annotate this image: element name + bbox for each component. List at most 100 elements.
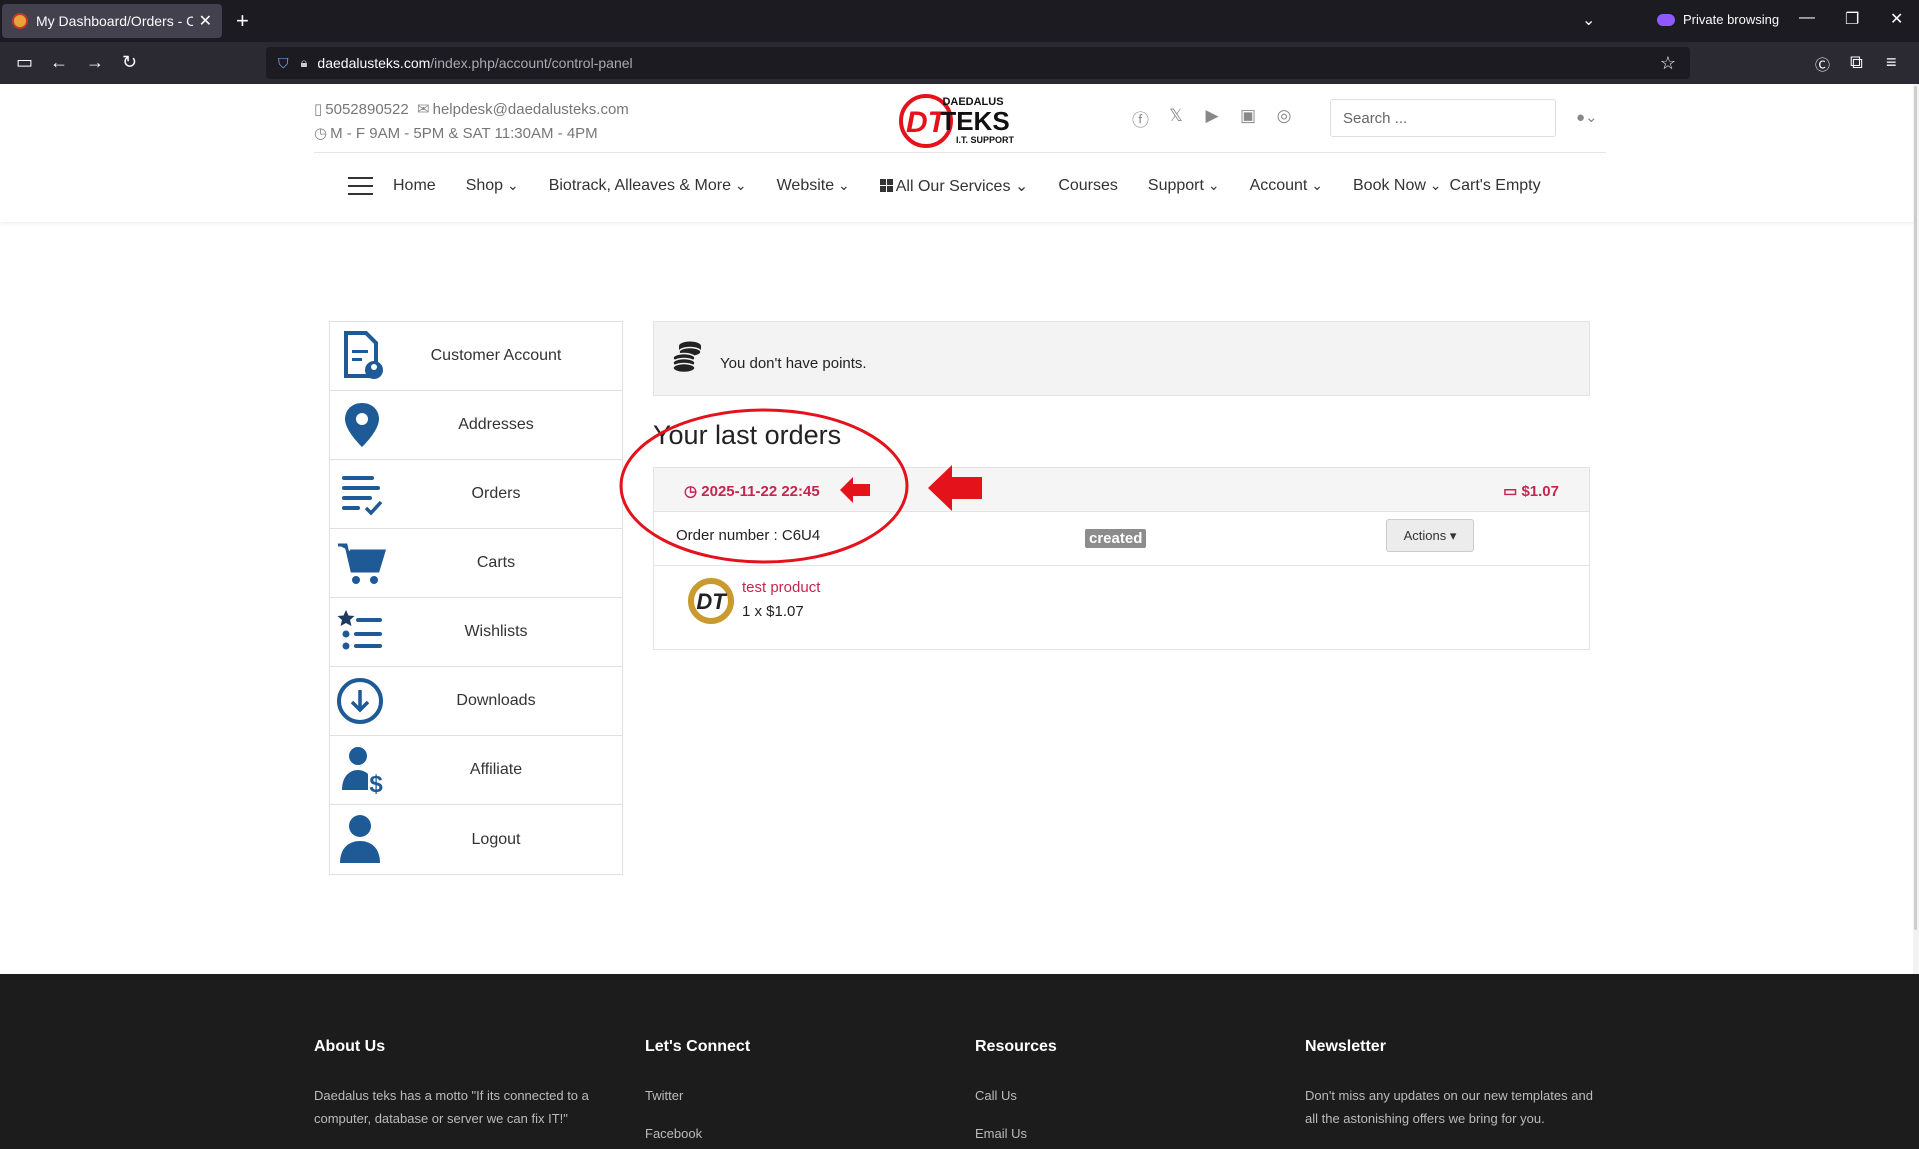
order-card: ◷ 2025-11-22 22:45 ▭ $1.07 Order number … [653, 467, 1590, 650]
app-menu-icon[interactable]: ≡ [1886, 52, 1897, 73]
forward-icon[interactable]: → [86, 52, 104, 73]
footer-newsletter: Newsletter Don't miss any updates on our… [1305, 1038, 1605, 1130]
affiliate-icon: $ [342, 747, 383, 796]
status-badge: created [1085, 529, 1147, 548]
close-tab-icon[interactable]: ✕ [199, 11, 212, 31]
url-host: daedalusteks.com [317, 55, 431, 71]
svg-text:$: $ [369, 771, 383, 796]
footer-link-twitter[interactable]: Twitter [645, 1084, 945, 1107]
nav-shop[interactable]: Shop [466, 177, 519, 195]
nav-support[interactable]: Support [1148, 177, 1220, 195]
footer-resources-title: Resources [975, 1038, 1057, 1055]
tracking-shield-icon[interactable]: ⛉ [278, 55, 289, 72]
restore-icon[interactable]: ❐ [1845, 9, 1859, 29]
footer-about: About Us Daedalus teks has a motto "If i… [314, 1038, 614, 1130]
order-number: Order number : C6U4 [676, 527, 821, 544]
nav-home[interactable]: Home [393, 177, 436, 195]
nav-cart[interactable]: Cart's Empty [1450, 177, 1541, 195]
sidebar-item-affiliate[interactable]: $ Affiliate [330, 736, 622, 805]
footer-resources: Resources Call Us Email Us [975, 1038, 1275, 1149]
footer-link-facebook[interactable]: Facebook [645, 1122, 945, 1145]
hamburger-menu-icon[interactable] [348, 177, 373, 195]
actions-label: Actions [1403, 527, 1447, 543]
x-icon[interactable]: 𝕏 [1168, 106, 1184, 131]
phone-number[interactable]: 5052890522 [325, 101, 408, 118]
browser-toolbar: ▭ ← → ↻ ⛉ 🔒︎ daedalusteks.com /index.php… [0, 42, 1919, 84]
order-date: ◷ 2025-11-22 22:45 [684, 482, 820, 500]
sidebar-item-orders[interactable]: Orders [330, 460, 622, 529]
close-window-icon[interactable]: ✕ [1890, 9, 1903, 29]
bookmark-star-icon[interactable]: ☆ [1660, 53, 1676, 74]
sidebar-item-customer-account[interactable]: Customer Account [330, 322, 622, 391]
contact-info: ▯ 5052890522 ✉ helpdesk@daedalusteks.com ◷… [314, 98, 629, 146]
search-input[interactable] [1330, 99, 1556, 137]
wishlist-icon [337, 610, 382, 650]
browser-tab-active[interactable]: My Dashboard/Orders - Compu ✕ [2, 4, 222, 38]
sidebar-item-logout[interactable]: Logout [330, 805, 622, 874]
sidebar-item-wishlists[interactable]: Wishlists [330, 598, 622, 667]
footer-newsletter-title: Newsletter [1305, 1038, 1386, 1055]
product-thumbnail[interactable]: DT [688, 578, 734, 624]
order-meta-row: Order number : C6U4 created Actions ▾ [654, 512, 1589, 566]
product-quantity-price: 1 x $1.07 [742, 603, 804, 620]
logo-text-main: TEKS [940, 106, 1009, 136]
nav-all-services: All Our Services [895, 178, 1011, 195]
site-logo[interactable]: DT DAEDALUS TEKS I.T. SUPPORT [899, 92, 1019, 148]
caret-down-icon: ▾ [1449, 527, 1457, 543]
list-all-tabs-icon[interactable]: ⌄ [1582, 10, 1595, 30]
youtube-icon[interactable]: ▶ [1204, 106, 1220, 131]
points-message: You don't have points. [720, 355, 867, 372]
footer-link-call-us[interactable]: Call Us [975, 1084, 1275, 1107]
lock-icon[interactable]: 🔒︎ [301, 55, 308, 71]
user-menu-icon[interactable]: ●⌄ [1576, 108, 1598, 126]
nav-website[interactable]: Website [777, 177, 850, 195]
sidebar-item-addresses[interactable]: Addresses [330, 391, 622, 460]
footer-link-email-us[interactable]: Email Us [975, 1122, 1275, 1145]
page-scrollbar-thumb[interactable] [1914, 86, 1917, 930]
instagram-icon[interactable]: ◎ [1276, 106, 1292, 131]
address-bar[interactable]: ⛉ 🔒︎ daedalusteks.com /index.php/account… [266, 47, 1690, 79]
minimize-icon[interactable]: — [1799, 9, 1815, 27]
nav-account[interactable]: Account [1250, 177, 1323, 195]
nav-all-services-wrap[interactable]: All Our Services ⌄ [879, 176, 1028, 196]
nav-biotrack[interactable]: Biotrack, Alleaves & More [549, 177, 747, 195]
nav-courses[interactable]: Courses [1058, 177, 1118, 195]
extensions-icon[interactable]: ⧉ [1850, 52, 1863, 73]
credit-card-icon: ▭ [1503, 483, 1518, 500]
site-favicon-icon [12, 13, 28, 29]
social-links: ⓕ 𝕏 ▶ ▣ ◎ [1132, 106, 1292, 131]
logo-text-sub: I.T. SUPPORT [956, 135, 1015, 145]
coins-icon [672, 341, 702, 374]
order-header: ◷ 2025-11-22 22:45 ▭ $1.07 [654, 468, 1589, 512]
footer-about-title: About Us [314, 1038, 386, 1055]
header-divider [314, 152, 1606, 153]
facebook-icon[interactable]: ⓕ [1132, 106, 1149, 131]
product-link[interactable]: test product [742, 579, 820, 596]
sidebar-toggle-icon[interactable]: ▭ [16, 52, 33, 73]
sidebar-item-downloads[interactable]: Downloads [330, 667, 622, 736]
download-icon [337, 678, 383, 724]
reload-icon[interactable]: ↻ [122, 52, 137, 73]
actions-dropdown-button[interactable]: Actions ▾ [1386, 519, 1474, 552]
linkedin-icon[interactable]: ▣ [1240, 106, 1256, 131]
order-line-item: DT test product 1 x $1.07 [654, 566, 1589, 649]
private-browsing-indicator: Private browsing [1657, 12, 1779, 27]
sidebar-item-carts[interactable]: Carts [330, 529, 622, 598]
user-icon [340, 815, 380, 863]
email-link[interactable]: helpdesk@daedalusteks.com [433, 101, 629, 118]
back-icon[interactable]: ← [50, 52, 68, 73]
envelope-icon: ✉ [417, 101, 430, 118]
private-mask-icon [1657, 13, 1675, 26]
nav-book-now[interactable]: Book Now [1353, 177, 1442, 195]
business-hours: M - F 9AM - 5PM & SAT 11:30AM - 4PM [330, 125, 598, 142]
main-navigation: Home Shop Biotrack, Alleaves & More Webs… [348, 176, 1571, 196]
new-tab-icon[interactable]: + [236, 8, 249, 34]
url-path: /index.php/account/control-panel [430, 55, 633, 71]
site-footer: About Us Daedalus teks has a motto "If i… [0, 974, 1919, 1149]
windows-icon [879, 179, 893, 192]
account-sidebar: Customer Account Addresses Orders Carts [329, 321, 623, 875]
footer-connect-title: Let's Connect [645, 1038, 751, 1055]
clock-icon: ◷ [684, 483, 698, 500]
footer-newsletter-text: Don't miss any updates on our new templa… [1305, 1088, 1593, 1126]
account-circle-icon[interactable]: Ⓒ [1815, 54, 1830, 75]
